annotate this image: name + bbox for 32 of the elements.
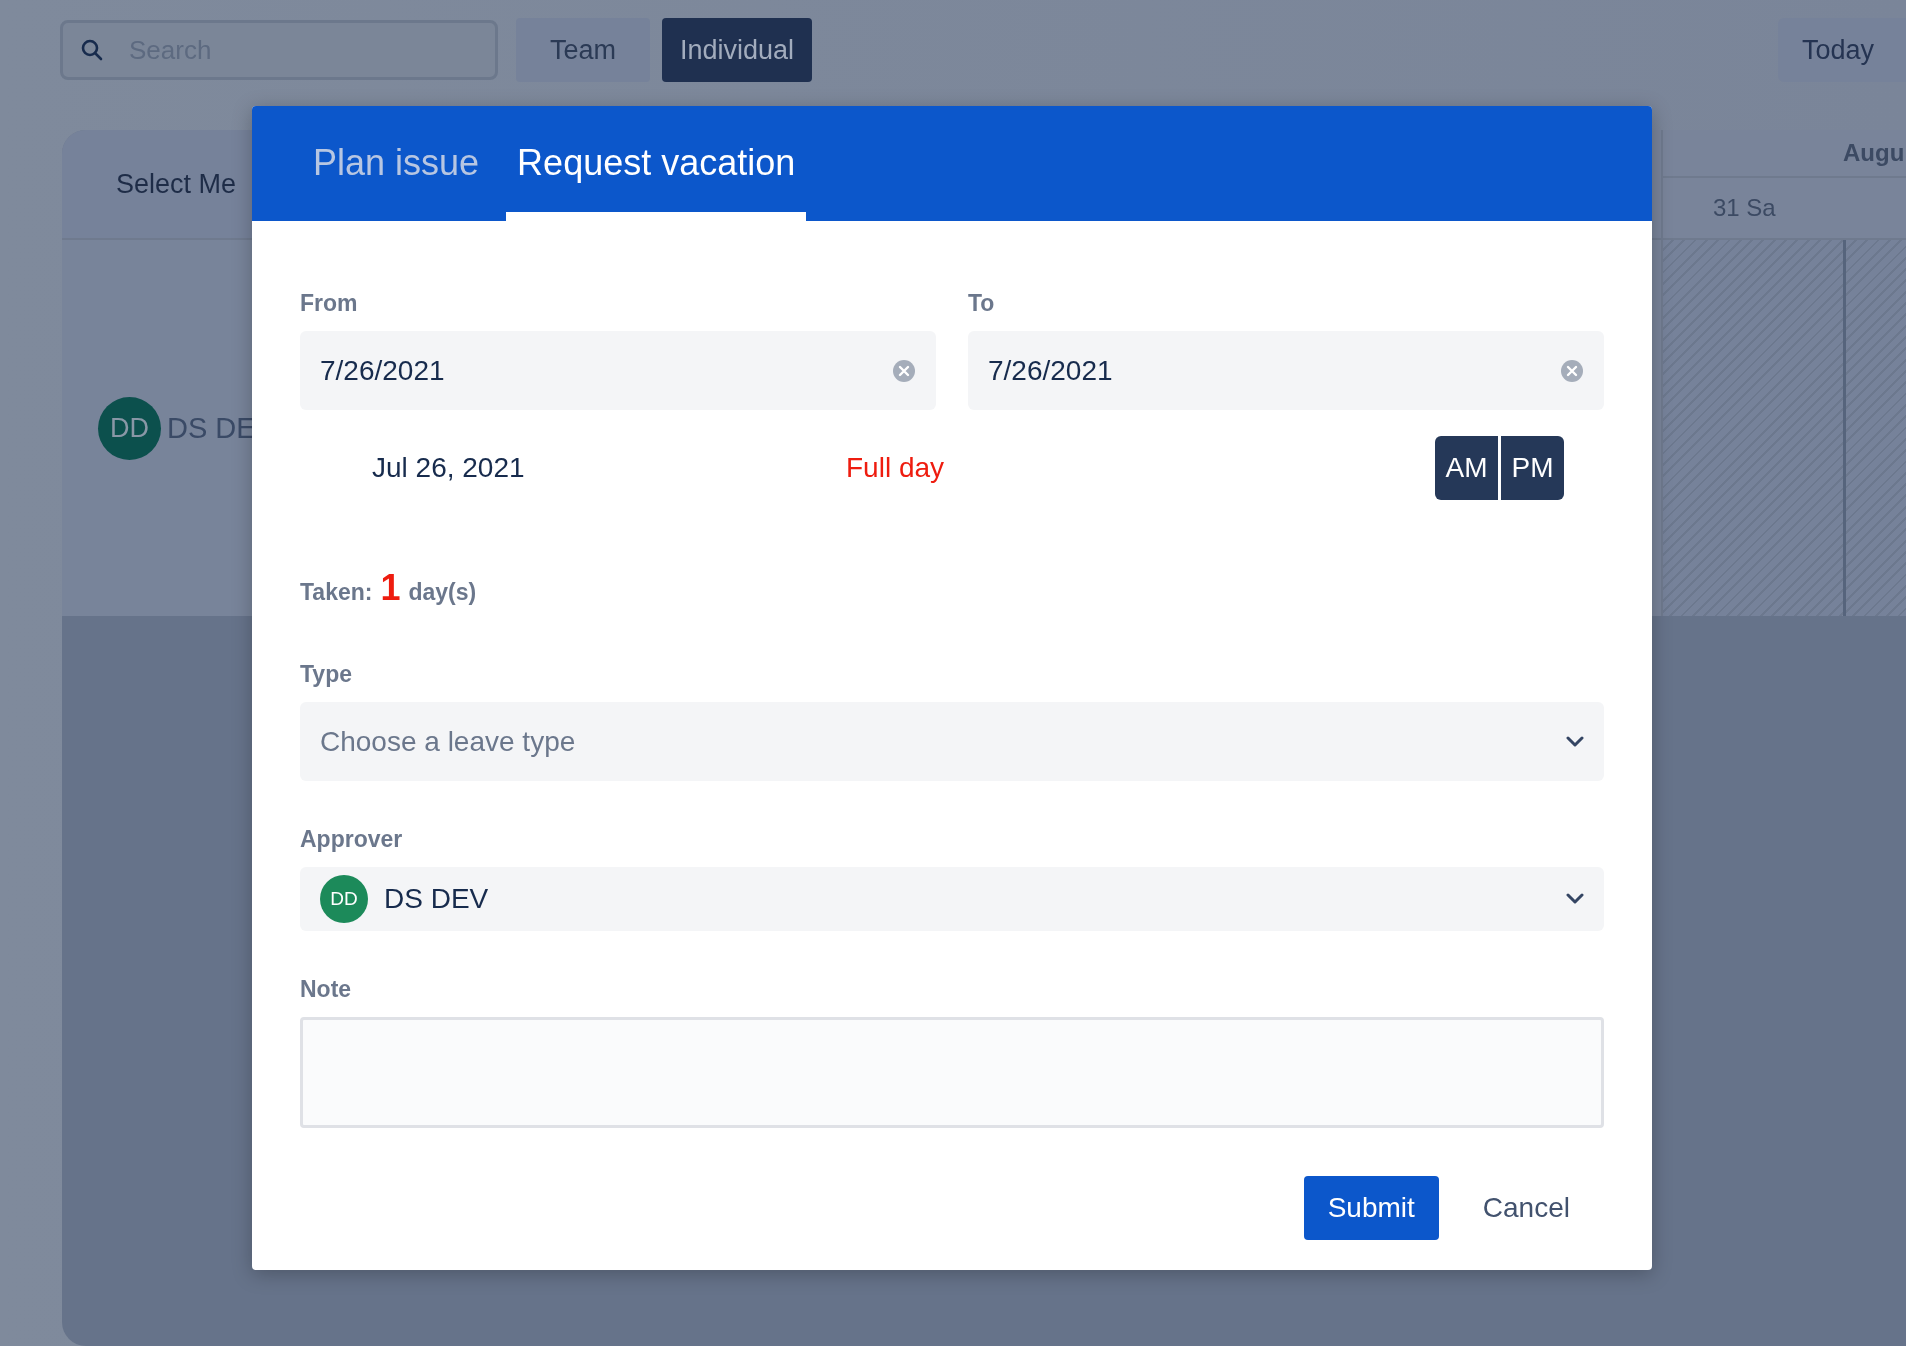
clear-icon[interactable] — [1560, 358, 1584, 383]
duration-text: Full day — [846, 452, 945, 484]
dialog-tab[interactable]: Plan issue — [302, 142, 491, 221]
avatar: DD — [320, 875, 368, 923]
clear-icon[interactable] — [892, 358, 916, 383]
leave-type-select[interactable]: Choose a leave type — [300, 702, 1604, 781]
column-header: Select Me — [116, 168, 237, 200]
field-label: From — [300, 290, 359, 317]
field-label: Approver — [300, 826, 404, 853]
taken-count: 1 — [380, 567, 401, 609]
member-name: DS DE — [167, 411, 256, 445]
taken-label: Taken: — [300, 579, 373, 606]
submit-button[interactable]: Submit — [1303, 1176, 1439, 1240]
dialog-tab[interactable]: Request vacation — [506, 142, 807, 221]
half-day-button[interactable]: PM — [1501, 436, 1564, 500]
chevron-down-icon — [1566, 735, 1584, 748]
date-text: Jul 26, 2021 — [372, 452, 526, 484]
half-day-button[interactable]: AM — [1435, 436, 1498, 500]
date-field[interactable]: 7/26/2021 — [968, 331, 1604, 410]
date-field[interactable]: 7/26/2021 — [300, 331, 936, 410]
field-label: Note — [300, 976, 353, 1003]
note-field[interactable] — [300, 1017, 1604, 1128]
avatar: DD — [98, 396, 161, 460]
cancel-button[interactable]: Cancel — [1458, 1176, 1594, 1240]
month-label: Augu — [1843, 139, 1905, 167]
field-label: Type — [300, 661, 353, 688]
view-toggle-button[interactable]: Individual — [662, 18, 813, 82]
chevron-down-icon — [1566, 893, 1584, 905]
day-label: 31 Sa — [1713, 194, 1776, 222]
approver-select[interactable]: DD DS DEV — [300, 867, 1604, 931]
field-label: To — [968, 290, 996, 317]
taken-unit: day(s) — [408, 579, 477, 606]
